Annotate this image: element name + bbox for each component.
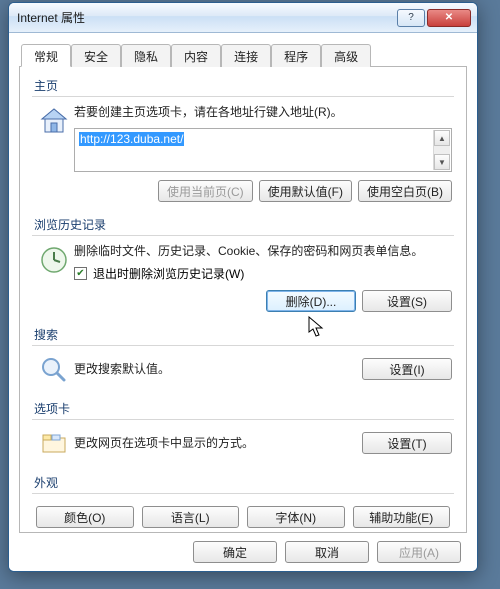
use-default-button[interactable]: 使用默认值(F): [259, 180, 352, 202]
scroll-down-icon[interactable]: ▼: [434, 154, 450, 170]
accessibility-button[interactable]: 辅助功能(E): [353, 506, 451, 528]
titlebar[interactable]: Internet 属性 ? ✕: [9, 3, 477, 33]
cancel-button[interactable]: 取消: [285, 541, 369, 563]
tab-privacy[interactable]: 隐私: [121, 44, 171, 67]
delete-history-button[interactable]: 删除(D)...: [266, 290, 356, 312]
scroll-up-icon[interactable]: ▲: [434, 130, 450, 146]
appearance-label: 外观: [34, 474, 454, 491]
tab-connections[interactable]: 连接: [221, 44, 271, 67]
history-settings-button[interactable]: 设置(S): [362, 290, 452, 312]
tabs-section-label: 选项卡: [34, 400, 454, 417]
delete-on-exit-label: 退出时删除浏览历史记录(W): [93, 265, 244, 282]
search-label: 搜索: [34, 326, 454, 343]
apply-button[interactable]: 应用(A): [377, 541, 461, 563]
use-blank-button[interactable]: 使用空白页(B): [358, 180, 452, 202]
homepage-group: 主页 若要创建主页选项卡，请在各地址行键入地址(R)。: [32, 77, 454, 208]
fonts-button[interactable]: 字体(N): [247, 506, 345, 528]
search-group: 搜索 更改搜索默认值。 设置(I): [32, 326, 454, 392]
delete-on-exit-checkbox[interactable]: ✔ 退出时删除浏览历史记录(W): [74, 265, 452, 282]
homepage-url-input[interactable]: http://123.duba.net/ ▲ ▼: [74, 128, 452, 172]
search-settings-button[interactable]: 设置(I): [362, 358, 452, 380]
dialog-footer: 确定 取消 应用(A): [9, 541, 477, 563]
home-icon: [34, 103, 74, 202]
tabs-desc: 更改网页在选项卡中显示的方式。: [74, 434, 362, 453]
homepage-label: 主页: [34, 77, 454, 94]
tabs-icon: [34, 426, 74, 460]
search-icon: [34, 352, 74, 386]
tab-sheet: 主页 若要创建主页选项卡，请在各地址行键入地址(R)。: [19, 67, 467, 533]
close-button[interactable]: ✕: [427, 9, 471, 27]
tab-programs[interactable]: 程序: [271, 44, 321, 67]
internet-properties-dialog: Internet 属性 ? ✕ 常规 安全 隐私 内容 连接 程序 高级 主页: [8, 2, 478, 572]
history-label: 浏览历史记录: [34, 216, 454, 233]
colors-button[interactable]: 颜色(O): [36, 506, 134, 528]
checkbox-icon: ✔: [74, 267, 87, 280]
tabs-settings-button[interactable]: 设置(T): [362, 432, 452, 454]
history-desc: 删除临时文件、历史记录、Cookie、保存的密码和网页表单信息。: [74, 242, 452, 261]
appearance-group: 外观 颜色(O) 语言(L) 字体(N) 辅助功能(E): [32, 474, 454, 534]
tab-content[interactable]: 内容: [171, 44, 221, 67]
homepage-hint: 若要创建主页选项卡，请在各地址行键入地址(R)。: [74, 103, 452, 122]
search-desc: 更改搜索默认值。: [74, 360, 362, 379]
ok-button[interactable]: 确定: [193, 541, 277, 563]
languages-button[interactable]: 语言(L): [142, 506, 240, 528]
help-button[interactable]: ?: [397, 9, 425, 27]
clock-icon: [34, 242, 74, 312]
tab-security[interactable]: 安全: [71, 44, 121, 67]
tab-advanced[interactable]: 高级: [321, 44, 371, 67]
window-title: Internet 属性: [17, 9, 395, 26]
tab-general[interactable]: 常规: [21, 44, 71, 67]
tabs-group: 选项卡 更改网页在选项卡中显示的方式。 设置(T): [32, 400, 454, 466]
homepage-scrollbar[interactable]: ▲ ▼: [433, 130, 450, 170]
client-area: 常规 安全 隐私 内容 连接 程序 高级 主页: [9, 33, 477, 571]
homepage-url-value: http://123.duba.net/: [79, 132, 184, 146]
history-group: 浏览历史记录 删除临时文件、历史记录、Cookie、保存的密码和网页表单信息。: [32, 216, 454, 318]
tabstrip: 常规 安全 隐私 内容 连接 程序 高级: [19, 43, 467, 67]
use-current-button[interactable]: 使用当前页(C): [158, 180, 253, 202]
